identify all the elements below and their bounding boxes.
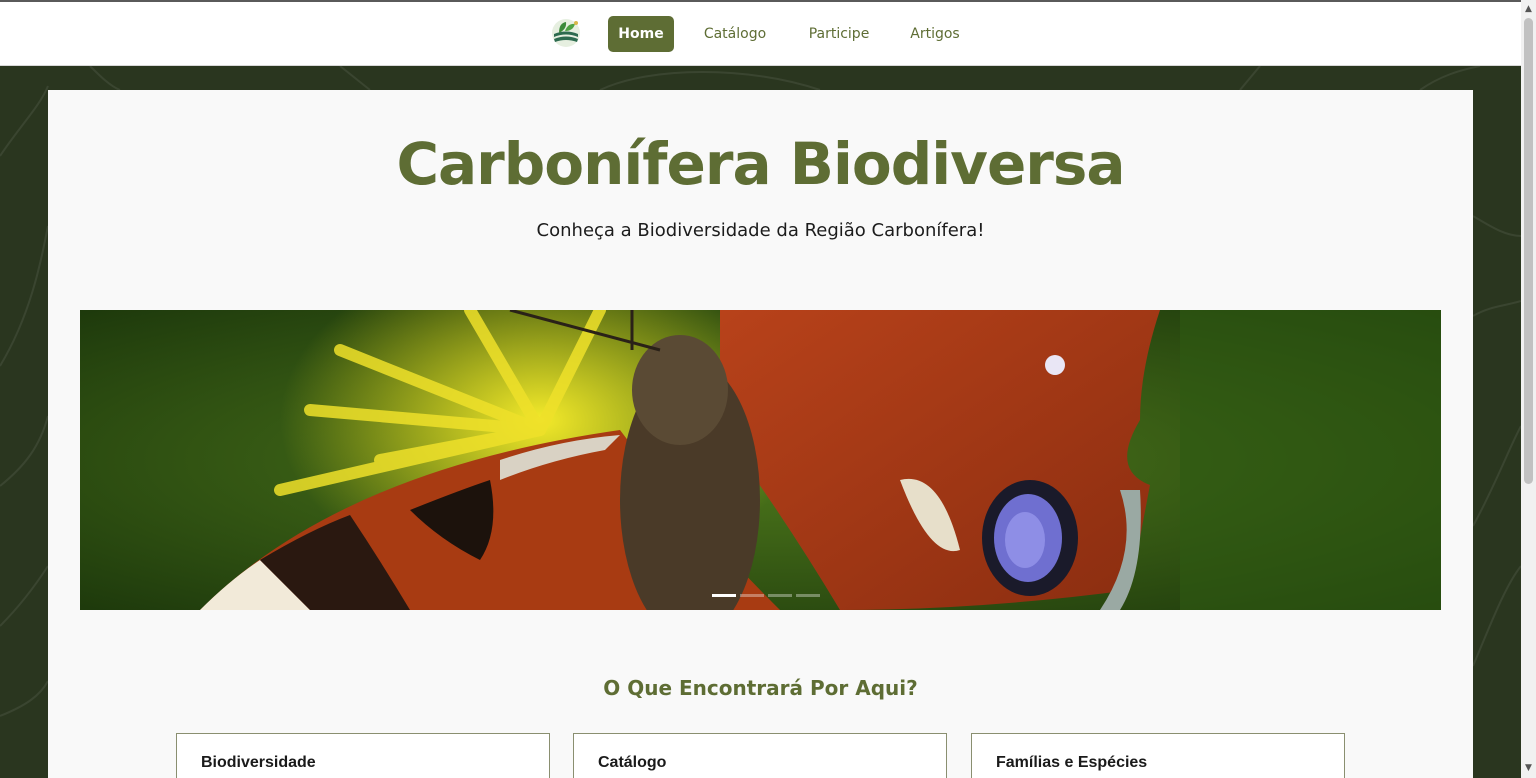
feature-card-label: Biodiversidade [201, 754, 316, 771]
leaf-globe-logo-icon[interactable] [550, 17, 582, 49]
scroll-up-arrow-icon[interactable]: ▲ [1521, 2, 1536, 17]
butterfly-image [80, 310, 1441, 610]
feature-card-familias[interactable]: Famílias e Espécies [971, 733, 1345, 778]
feature-card-label: Catálogo [598, 754, 667, 771]
carousel-dot[interactable] [796, 594, 820, 597]
page-subtitle: Conheça a Biodiversidade da Região Carbo… [536, 220, 985, 241]
nav-participe[interactable]: Participe [798, 16, 880, 52]
page: Home Catálogo Participe Artigos Carboníf… [0, 0, 1521, 778]
nav-catalogo[interactable]: Catálogo [692, 16, 778, 52]
carousel-dot[interactable] [768, 594, 792, 597]
scrollbar-thumb[interactable] [1524, 18, 1533, 484]
nav-home[interactable]: Home [608, 16, 674, 52]
section-title: O Que Encontrará Por Aqui? [603, 676, 918, 700]
carousel-indicators [712, 594, 820, 598]
page-title: Carbonífera Biodiversa [396, 130, 1125, 198]
feature-card-label: Famílias e Espécies [996, 754, 1148, 771]
main-content-card: Carbonífera Biodiversa Conheça a Biodive… [48, 90, 1473, 778]
image-carousel[interactable] [80, 310, 1441, 610]
nav-artigos[interactable]: Artigos [900, 16, 970, 52]
carousel-dot[interactable] [740, 594, 764, 597]
top-navbar: Home Catálogo Participe Artigos [0, 2, 1521, 66]
scroll-down-arrow-icon[interactable]: ▼ [1521, 761, 1536, 776]
feature-card-biodiversidade[interactable]: Biodiversidade [176, 733, 550, 778]
carousel-dot[interactable] [712, 594, 736, 597]
feature-card-catalogo[interactable]: Catálogo [573, 733, 947, 778]
vertical-scrollbar[interactable]: ▲ ▼ [1521, 0, 1536, 778]
